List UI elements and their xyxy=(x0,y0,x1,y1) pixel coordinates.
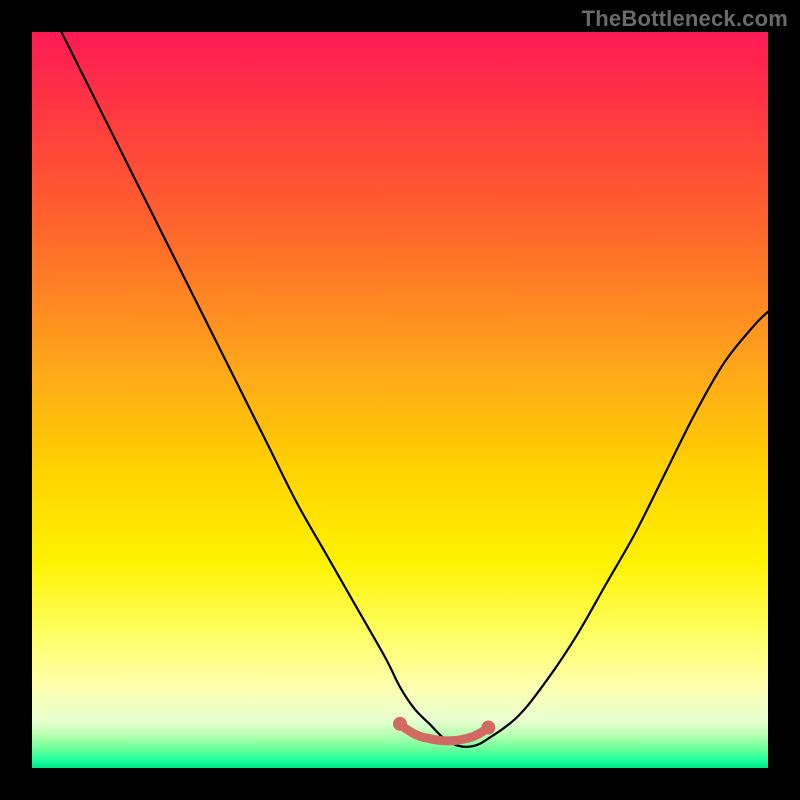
optimal-marker-start xyxy=(393,717,407,731)
optimal-marker-end xyxy=(481,721,495,735)
gradient-background xyxy=(32,32,768,768)
plot-area xyxy=(32,32,768,768)
watermark-text: TheBottleneck.com xyxy=(582,6,788,32)
bottleneck-chart xyxy=(32,32,768,768)
chart-frame: TheBottleneck.com xyxy=(0,0,800,800)
